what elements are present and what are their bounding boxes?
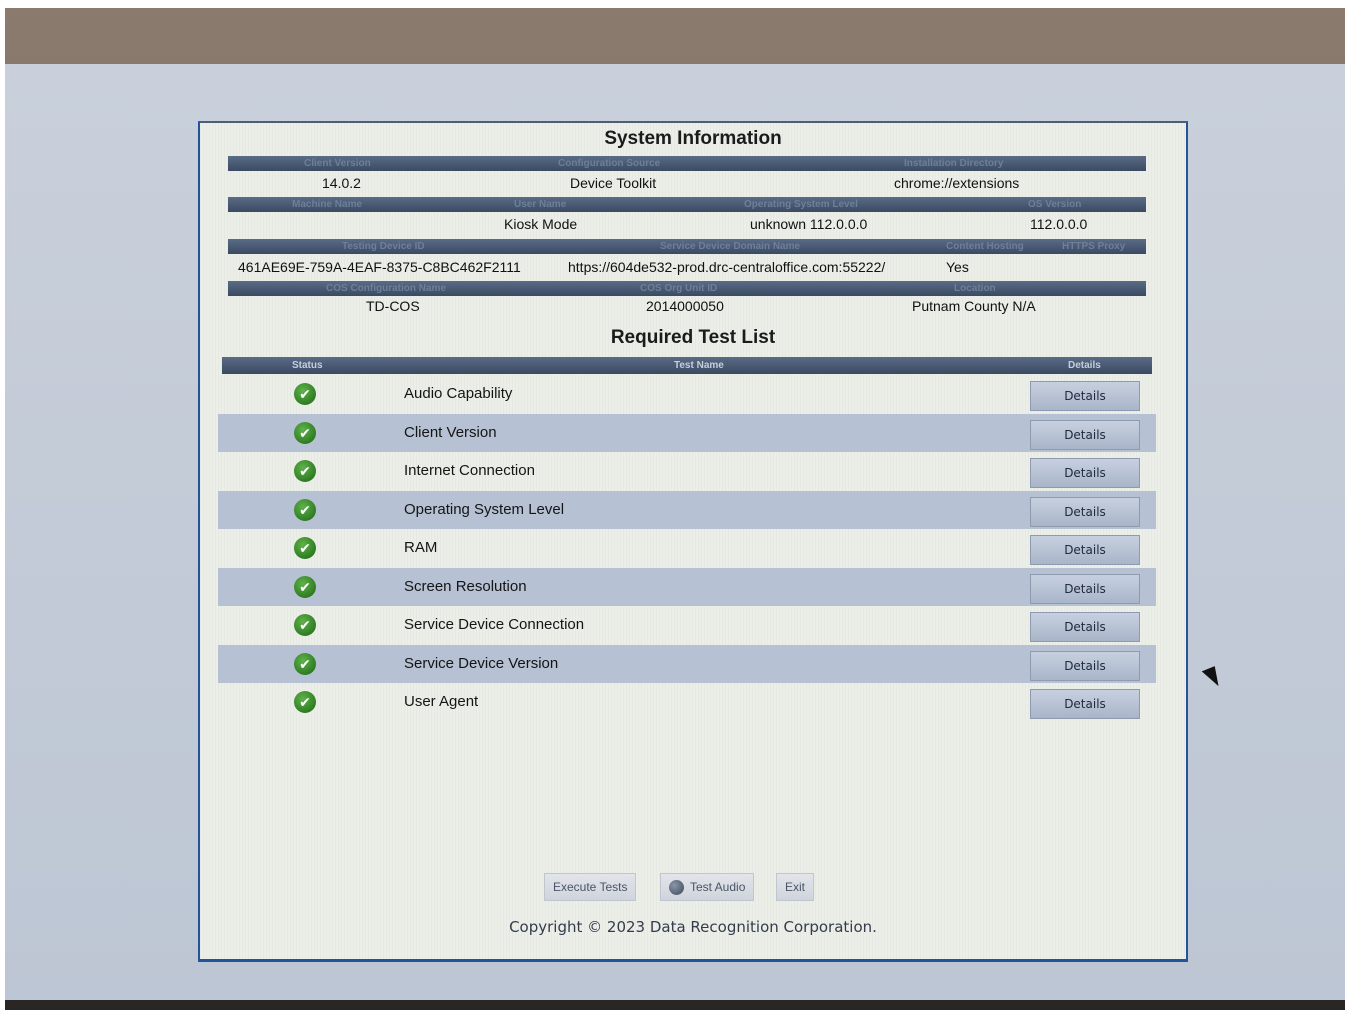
test-row: ✔ Service Device Connection Details <box>218 606 1156 644</box>
test-row: ✔ User Agent Details <box>218 683 1156 721</box>
test-audio-label: Test Audio <box>690 880 746 894</box>
check-circle-icon: ✔ <box>294 537 316 559</box>
info-values-row-1: 14.0.2 Device Toolkit chrome://extension… <box>228 172 1146 196</box>
header-service-device-domain: Service Device Domain Name <box>660 241 801 252</box>
info-header-row-2: Machine Name User Name Operating System … <box>228 197 1146 212</box>
header-testing-device-id: Testing Device ID <box>342 241 425 252</box>
details-button[interactable]: Details <box>1030 612 1140 642</box>
value-cos-config-name: TD-COS <box>366 298 420 314</box>
copyright-text: Copyright © 2023 Data Recognition Corpor… <box>509 918 877 936</box>
value-location: Putnam County N/A <box>912 298 1036 314</box>
header-details: Details <box>1068 360 1101 371</box>
check-circle-icon: ✔ <box>294 614 316 636</box>
header-https-proxy: HTTPS Proxy <box>1062 241 1126 252</box>
header-test-name: Test Name <box>674 360 724 371</box>
details-button[interactable]: Details <box>1030 496 1140 527</box>
monitor-bezel-bottom <box>5 1000 1345 1010</box>
test-name: Screen Resolution <box>404 577 527 595</box>
value-testing-device-id: 461AE69E-759A-4EAF-8375-C8BC462F2111 <box>238 259 521 275</box>
info-values-row-3: 461AE69E-759A-4EAF-8375-C8BC462F2111 htt… <box>228 256 1146 280</box>
info-values-row-2: Kiosk Mode unknown 112.0.0.0 112.0.0.0 <box>228 213 1146 237</box>
value-installation-directory: chrome://extensions <box>894 175 1020 191</box>
header-content-hosting: Content Hosting <box>946 241 1024 252</box>
value-service-device-domain: https://604de532-prod.drc-centraloffice.… <box>568 259 886 275</box>
check-circle-icon: ✔ <box>294 460 316 482</box>
check-circle-icon: ✔ <box>294 383 316 405</box>
check-circle-icon: ✔ <box>294 421 316 444</box>
check-circle-icon: ✔ <box>294 652 316 675</box>
details-button[interactable]: Details <box>1030 573 1140 604</box>
tests-table-header: Status Test Name Details <box>222 357 1152 374</box>
test-row: ✔ Audio Capability Details <box>218 375 1156 413</box>
test-name: User Agent <box>404 693 479 710</box>
execute-tests-button[interactable]: Execute Tests <box>544 873 637 901</box>
details-button[interactable]: Details <box>1030 458 1140 488</box>
audio-icon <box>669 880 684 896</box>
check-circle-icon: ✔ <box>294 498 316 521</box>
header-machine-name: Machine Name <box>292 199 363 210</box>
info-header-row-1: Client Version Configuration Source Inst… <box>228 156 1146 171</box>
value-content-hosting: Yes <box>946 259 969 275</box>
test-name: Service Device Version <box>404 654 559 672</box>
header-cos-config-name: COS Configuration Name <box>326 283 447 294</box>
required-test-list-title: Required Test List <box>610 327 776 348</box>
check-circle-icon: ✔ <box>294 575 316 598</box>
test-row: ✔ Internet Connection Details <box>218 452 1156 490</box>
value-user-name: Kiosk Mode <box>504 216 578 232</box>
details-button[interactable]: Details <box>1030 650 1140 681</box>
exit-button[interactable]: Exit <box>776 873 815 901</box>
info-values-row-4: TD-COS 2014000050 Putnam County N/A <box>228 295 1146 319</box>
header-client-version: Client Version <box>304 158 371 169</box>
info-header-row-3: Testing Device ID Service Device Domain … <box>228 239 1146 254</box>
main-panel: System Information Client Version Config… <box>198 121 1188 962</box>
header-os-level: Operating System Level <box>744 199 858 210</box>
info-header-row-4: COS Configuration Name COS Org Unit ID L… <box>228 281 1146 296</box>
test-name: Audio Capability <box>404 385 513 402</box>
check-circle-icon: ✔ <box>294 691 316 713</box>
test-row: ✔ RAM Details <box>218 529 1156 567</box>
details-button[interactable]: Details <box>1030 381 1140 411</box>
header-os-version: OS Version <box>1028 199 1082 210</box>
header-status: Status <box>292 360 323 371</box>
details-button[interactable]: Details <box>1030 419 1140 450</box>
test-row: ✔ Screen Resolution Details <box>218 567 1156 606</box>
header-user-name: User Name <box>514 199 567 210</box>
value-os-level: unknown 112.0.0.0 <box>750 216 868 232</box>
test-audio-button[interactable]: Test Audio <box>660 873 755 901</box>
test-row: ✔ Service Device Version Details <box>218 644 1156 683</box>
test-row: ✔ Client Version Details <box>218 413 1156 452</box>
test-name: Operating System Level <box>404 500 565 518</box>
system-info-title: System Information <box>604 128 782 149</box>
test-row: ✔ Operating System Level Details <box>218 490 1156 529</box>
value-os-version: 112.0.0.0 <box>1030 216 1088 232</box>
test-name: Internet Connection <box>404 462 535 479</box>
details-button[interactable]: Details <box>1030 535 1140 565</box>
header-location: Location <box>954 283 996 294</box>
test-name: Client Version <box>404 423 497 441</box>
details-button[interactable]: Details <box>1030 689 1140 719</box>
test-name: RAM <box>404 539 438 556</box>
value-configuration-source: Device Toolkit <box>570 175 657 191</box>
header-installation-directory: Installation Directory <box>904 158 1004 169</box>
test-name: Service Device Connection <box>404 616 585 633</box>
header-configuration-source: Configuration Source <box>558 158 661 169</box>
value-client-version: 14.0.2 <box>322 175 361 191</box>
header-cos-org-unit-id: COS Org Unit ID <box>640 283 718 294</box>
value-cos-org-unit-id: 2014000050 <box>646 298 724 314</box>
